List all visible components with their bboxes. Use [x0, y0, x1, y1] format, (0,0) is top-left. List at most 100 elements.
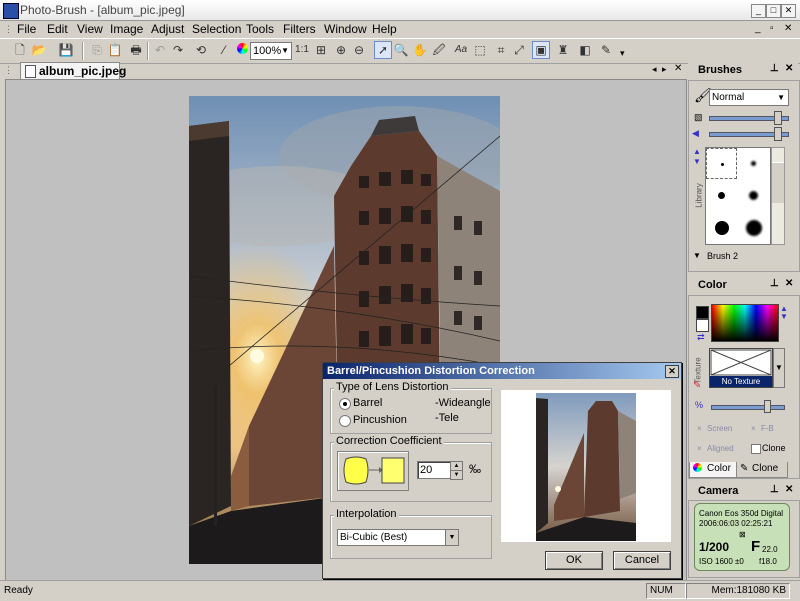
tab-prev-icon[interactable]: ◂ [652, 64, 657, 75]
menu-window[interactable]: Window [324, 22, 367, 36]
brush-cell-selected[interactable] [706, 148, 737, 179]
barrel-label: Barrel [353, 397, 383, 409]
hand-icon[interactable]: ✋ [412, 42, 428, 58]
tab-clone[interactable]: ✎ Clone [736, 462, 788, 478]
color-spectrum[interactable] [711, 304, 779, 342]
menu-image[interactable]: Image [110, 22, 143, 36]
save-icon[interactable]: 💾 [58, 42, 74, 58]
cancel-button[interactable]: Cancel [613, 551, 671, 570]
brush-cell[interactable] [706, 212, 738, 244]
screen-icon[interactable]: ▣ [532, 41, 550, 59]
panel-close-icon[interactable]: ✕ [785, 484, 793, 495]
interpolation-select[interactable]: Bi-Cubic (Best) ▼ [337, 529, 459, 546]
pin-icon[interactable]: ⊥ [770, 484, 779, 495]
paste-icon[interactable]: 📋 [107, 42, 123, 58]
clone-checkbox[interactable] [751, 444, 761, 454]
size-icon: ◀ [692, 128, 699, 138]
panel-close-icon[interactable]: ✕ [785, 63, 793, 74]
barrel-radio[interactable] [339, 398, 351, 410]
zoom-in-icon[interactable]: ⊕ [333, 42, 349, 58]
toolbar-overflow-icon[interactable]: ▾ [620, 48, 625, 59]
close-button[interactable]: ✕ [781, 4, 796, 18]
menu-tools[interactable]: Tools [246, 22, 274, 36]
coefficient-down-button[interactable]: ▼ [450, 470, 463, 480]
menu-adjust[interactable]: Adjust [151, 22, 184, 36]
brush-tool-icon[interactable]: ⁄ [216, 42, 232, 58]
transform-icon[interactable]: ⤢ [511, 42, 527, 58]
swap-colors-icon[interactable]: ⇄ [697, 332, 705, 343]
camera-model: Canon Eos 350d Digital [699, 509, 784, 518]
stamp-icon[interactable]: ♜ [555, 42, 571, 58]
doc-minimize-button[interactable]: _ [755, 23, 761, 34]
title-bar: Photo-Brush - [album_pic.jpeg] _ □ ✕ [0, 0, 800, 21]
document-tab[interactable]: album_pic.jpeg [20, 62, 126, 79]
scroll-down-icon[interactable]: ▼ [693, 157, 701, 166]
text-effect-icon[interactable]: ✎ [598, 42, 614, 58]
fit-window-icon[interactable]: ⊞ [313, 42, 329, 58]
tab-close-icon[interactable]: ✕ [674, 63, 682, 74]
texture-slider[interactable] [711, 405, 785, 410]
coefficient-label: Correction Coefficient [334, 435, 444, 447]
expand-icon[interactable]: ▼ [693, 251, 701, 260]
opacity-slider-thumb[interactable] [774, 111, 782, 125]
camera-shutter: 1/200 [699, 540, 730, 554]
maximize-button[interactable]: □ [766, 4, 781, 18]
menu-edit[interactable]: Edit [47, 22, 68, 36]
pin-icon[interactable]: ⊥ [770, 63, 779, 74]
ok-button[interactable]: OK [545, 551, 603, 570]
spectrum-down-icon[interactable]: ▼ [780, 312, 788, 321]
copy-icon[interactable]: ⎘ [89, 42, 105, 58]
tab-color[interactable]: Color [689, 462, 737, 478]
undo-icon[interactable]: ↶ [152, 42, 168, 58]
brush-mode-select[interactable]: Normal ▼ [709, 89, 789, 106]
crop-icon[interactable]: ⌗ [493, 42, 509, 58]
zoom-out-icon[interactable]: ⊖ [351, 42, 367, 58]
chevron-down-icon[interactable]: ▼ [445, 530, 458, 545]
brush-cell[interactable] [738, 212, 770, 244]
size-slider-thumb[interactable] [774, 127, 782, 141]
texture-preview[interactable]: No Texture [709, 348, 773, 388]
new-icon[interactable]: 🗋 [12, 42, 28, 58]
text-tool-icon[interactable]: Aa [453, 42, 469, 58]
minimize-button[interactable]: _ [751, 4, 766, 18]
tab-next-icon[interactable]: ▸ [662, 64, 667, 75]
pincushion-radio[interactable] [339, 415, 351, 427]
menu-help[interactable]: Help [372, 22, 397, 36]
pointer-icon[interactable]: ➚ [374, 41, 392, 59]
menu-filters[interactable]: Filters [283, 22, 316, 36]
print-icon[interactable]: 🖶 [128, 42, 144, 58]
menu-selection[interactable]: Selection [192, 22, 241, 36]
zoom-select[interactable]: 100% ▼ [250, 42, 292, 60]
foreground-color-swatch[interactable] [696, 306, 709, 319]
brush-scrollbar[interactable] [771, 147, 785, 245]
texture-picker-icon[interactable]: ✎ [693, 380, 701, 391]
doc-restore-button[interactable]: ▫ [770, 23, 774, 34]
actual-size-button[interactable]: 1:1 [294, 42, 310, 58]
texture-slider-thumb[interactable] [764, 400, 771, 413]
layers-icon[interactable]: ◧ [577, 42, 593, 58]
color-wheel-icon[interactable] [234, 42, 250, 58]
preview-image [536, 393, 636, 541]
camera-panel-header: Camera ⊥ ✕ [688, 483, 798, 499]
menu-view[interactable]: View [77, 22, 103, 36]
doc-close-button[interactable]: ✕ [784, 23, 792, 34]
selection-icon[interactable]: ⬚ [472, 42, 488, 58]
dialog-close-button[interactable]: ✕ [665, 365, 679, 378]
history-icon[interactable]: ⟲ [193, 42, 209, 58]
redo-icon[interactable]: ↷ [170, 42, 186, 58]
brush-library-grid[interactable] [705, 147, 771, 245]
brush-cell[interactable] [738, 148, 770, 180]
texture-dropdown[interactable]: ▼ [773, 348, 785, 388]
background-color-swatch[interactable] [696, 319, 709, 332]
menu-file[interactable]: File [17, 22, 36, 36]
coefficient-input[interactable]: 20 [417, 461, 451, 479]
eyedropper-icon[interactable]: 🖉 [431, 42, 447, 58]
open-icon[interactable]: 📂 [31, 42, 47, 58]
panel-close-icon[interactable]: ✕ [785, 278, 793, 289]
zoom-tool-icon[interactable]: 🔍 [393, 42, 409, 58]
color-panel-title: Color [698, 279, 727, 291]
brush-cell[interactable] [706, 180, 738, 212]
scroll-up-icon[interactable]: ▲ [693, 147, 701, 156]
brush-cell[interactable] [738, 180, 770, 212]
pin-icon[interactable]: ⊥ [770, 278, 779, 289]
